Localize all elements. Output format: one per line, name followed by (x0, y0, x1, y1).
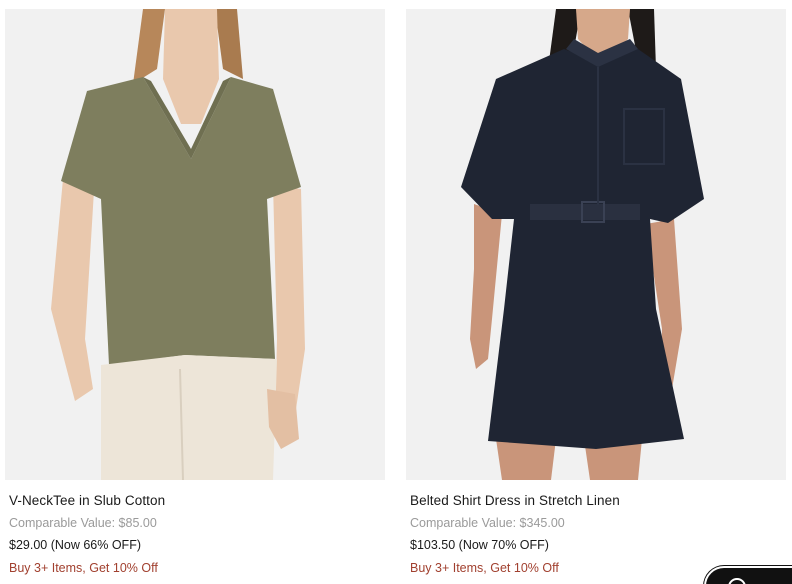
chat-widget-button[interactable] (704, 566, 792, 584)
tee-model-illustration (5, 9, 385, 480)
chat-icon (728, 578, 746, 584)
product-grid: V-NeckTee in Slub Cotton Comparable Valu… (0, 0, 792, 584)
promo-text: Buy 3+ Items, Get 10% Off (9, 561, 158, 575)
product-image[interactable] (5, 9, 385, 480)
sale-price: $103.50 (Now 70% OFF) (410, 538, 549, 552)
sale-price: $29.00 (Now 66% OFF) (9, 538, 141, 552)
dress-model-illustration (406, 9, 786, 480)
product-card[interactable]: V-NeckTee in Slub Cotton Comparable Valu… (5, 9, 385, 577)
product-title[interactable]: Belted Shirt Dress in Stretch Linen (410, 492, 786, 510)
product-image[interactable] (406, 9, 786, 480)
product-info: V-NeckTee in Slub Cotton Comparable Valu… (5, 492, 385, 577)
product-title[interactable]: V-NeckTee in Slub Cotton (9, 492, 385, 510)
product-card[interactable]: Belted Shirt Dress in Stretch Linen Comp… (406, 9, 786, 577)
comparable-value: Comparable Value: $85.00 (9, 516, 157, 530)
product-info: Belted Shirt Dress in Stretch Linen Comp… (406, 492, 786, 577)
comparable-value: Comparable Value: $345.00 (410, 516, 565, 530)
